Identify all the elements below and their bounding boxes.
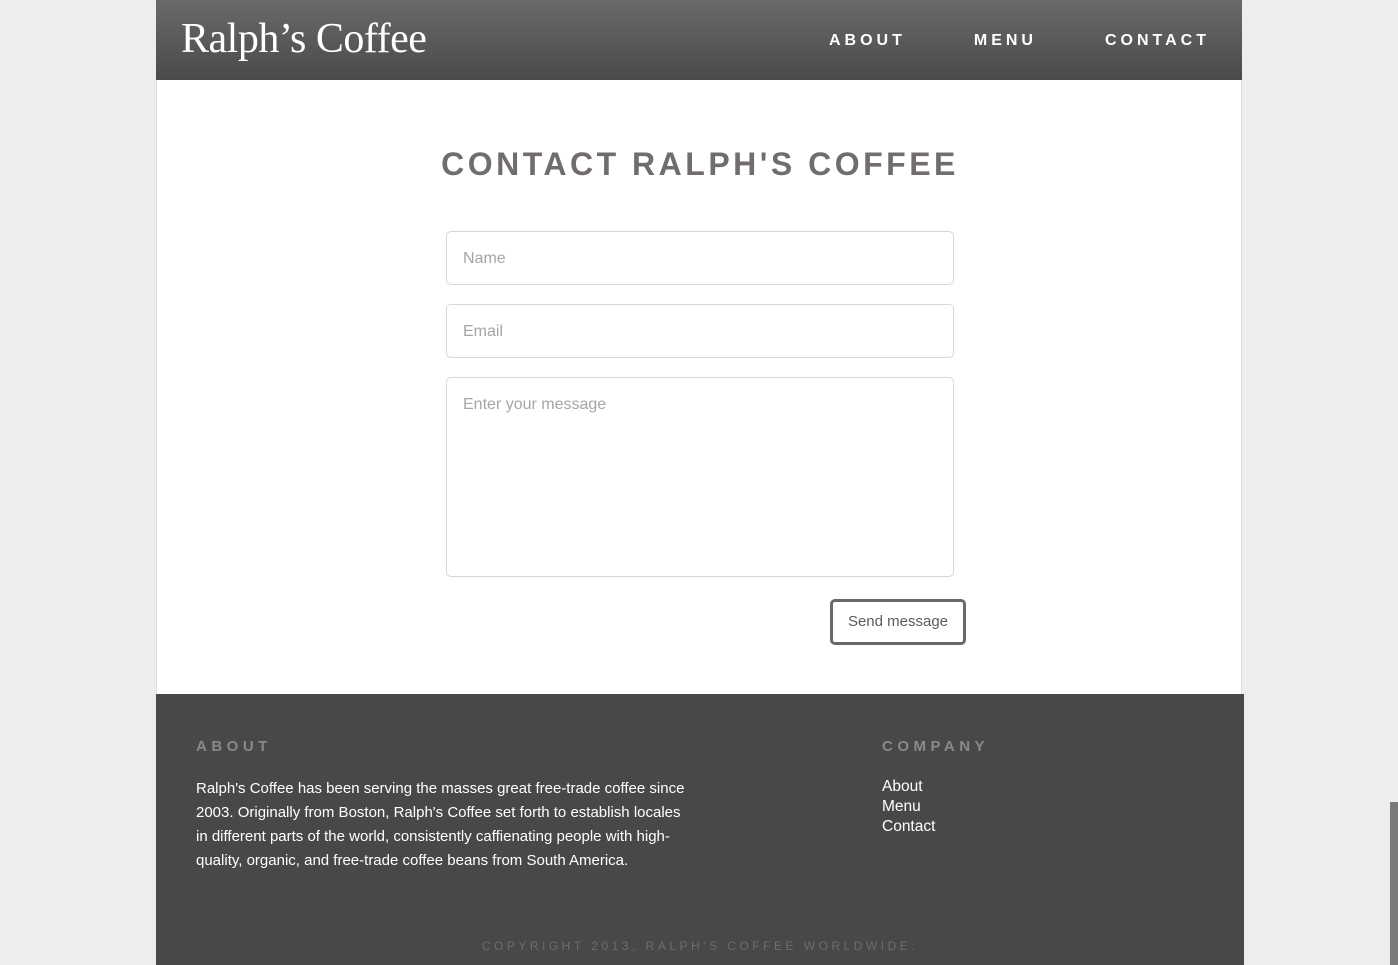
message-placeholder: Enter your message <box>463 396 607 413</box>
copyright: COPYRIGHT 2013, RALPH'S COFFEE WORLDWIDE… <box>481 939 919 953</box>
message-textarea[interactable]: Enter your message <box>446 377 954 577</box>
footer-about-heading: ABOUT <box>196 738 272 755</box>
main-nav: ABOUT MENU CONTACT <box>829 31 1210 51</box>
footer-link-contact[interactable]: Contact <box>882 817 935 837</box>
name-input[interactable]: Name <box>446 231 954 285</box>
footer-company-links: About Menu Contact <box>882 777 935 837</box>
email-input[interactable]: Email <box>446 304 954 358</box>
send-message-button[interactable]: Send message <box>830 599 966 645</box>
scrollbar-thumb[interactable] <box>1390 802 1398 965</box>
email-placeholder: Email <box>463 323 504 340</box>
nav-about-link[interactable]: ABOUT <box>829 31 906 51</box>
footer-link-about[interactable]: About <box>882 777 935 797</box>
page: Ralph’s Coffee ABOUT MENU CONTACT CONTAC… <box>156 0 1244 965</box>
logo[interactable]: Ralph’s Coffee <box>181 14 427 64</box>
footer-company-heading: COMPANY <box>882 738 990 755</box>
site-header: Ralph’s Coffee ABOUT MENU CONTACT <box>156 0 1242 80</box>
page-title: CONTACT RALPH'S COFFEE <box>441 146 959 182</box>
footer-link-menu[interactable]: Menu <box>882 797 935 817</box>
contact-section: CONTACT RALPH'S COFFEE Name Email Enter … <box>156 80 1242 694</box>
site-footer: ABOUT Ralph's Coffee has been serving th… <box>156 694 1244 965</box>
nav-contact-link[interactable]: CONTACT <box>1105 31 1210 51</box>
nav-menu-link[interactable]: MENU <box>974 31 1037 51</box>
name-placeholder: Name <box>463 250 506 267</box>
footer-about-text: Ralph's Coffee has been serving the mass… <box>196 780 685 869</box>
